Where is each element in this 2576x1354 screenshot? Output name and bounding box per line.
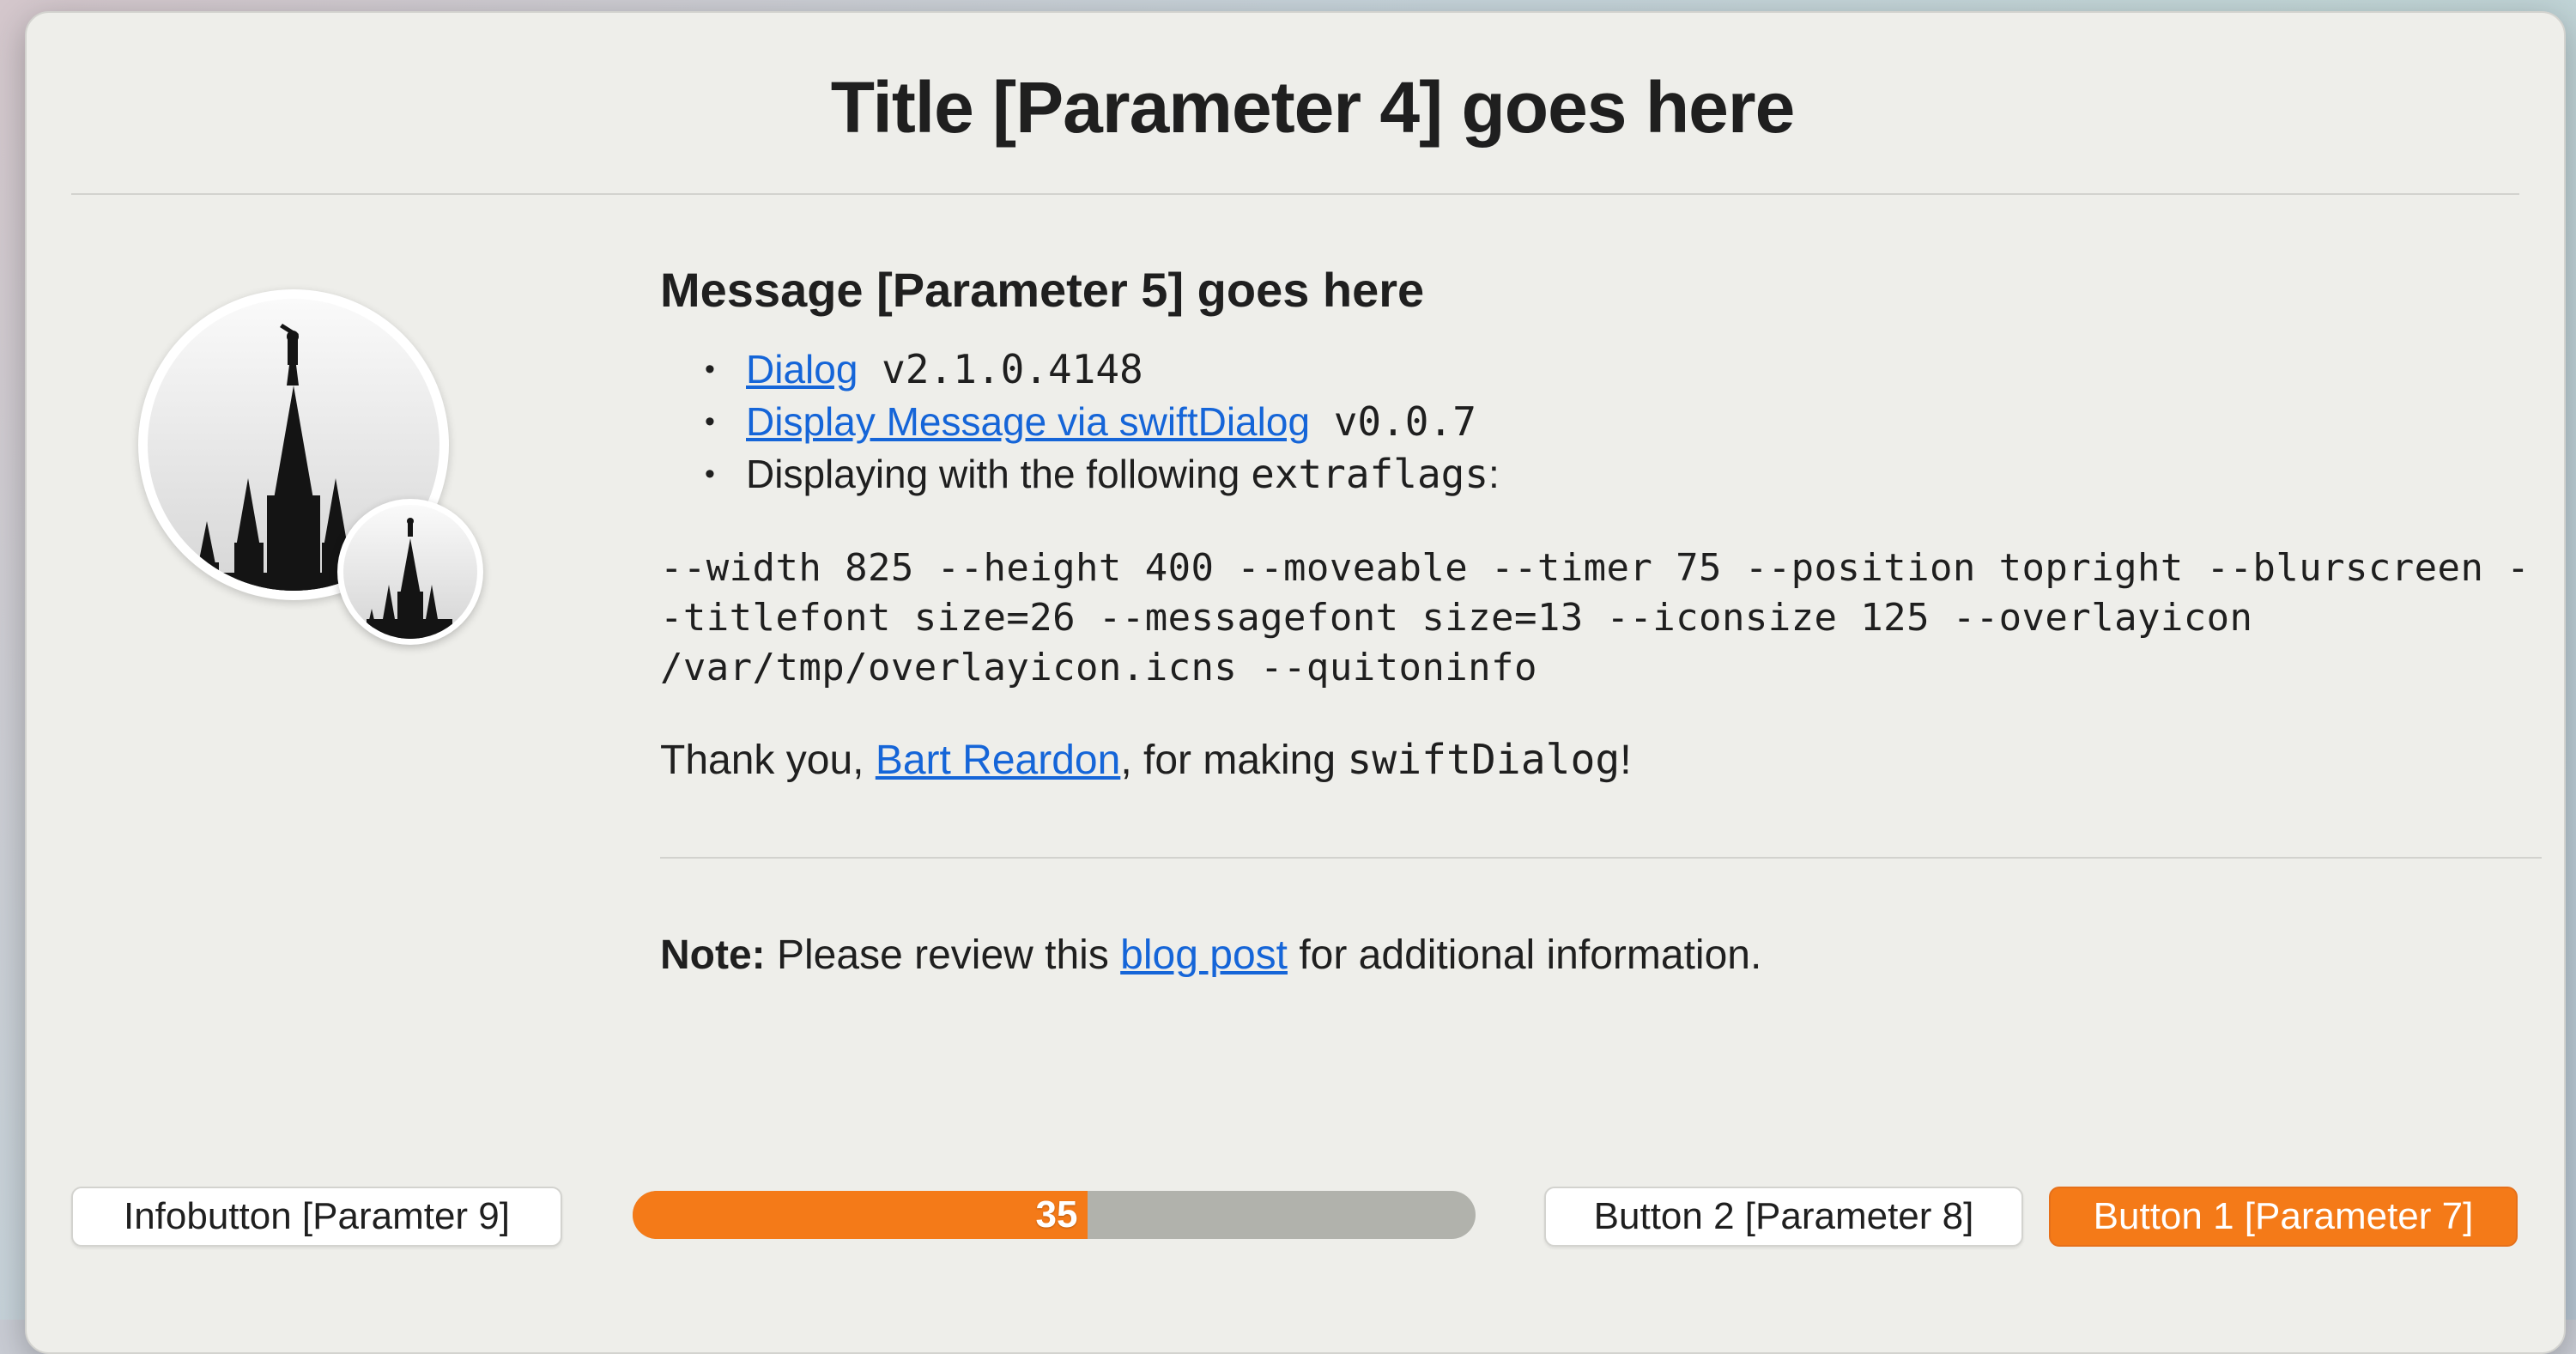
timer-progress-bar: 35 [633,1191,1476,1239]
temple-silhouette-overlay-icon [337,499,483,645]
list-item: Dialog v2.1.0.4148 [705,343,2531,396]
extraflags-suffix: : [1488,452,1500,496]
author-link[interactable]: Bart Reardon [876,738,1121,783]
button-2[interactable]: Button 2 [Parameter 8] [1544,1187,2023,1247]
note-line: Note: Please review this blog post for a… [660,932,1761,979]
note-prefix: Please review this [765,932,1121,978]
display-message-link[interactable]: Display Message via swiftDialog [746,399,1310,444]
button-1[interactable]: Button 1 [Parameter 7] [2049,1187,2518,1247]
message-area: Message [Parameter 5] goes here Dialog v… [660,262,2531,784]
dialog-window: Title [Parameter 4] goes here Message [P… [25,11,2566,1354]
script-version: v0.0.7 [1310,398,1476,445]
thanks-line: Thank you, Bart Reardon, for making swif… [660,736,2531,784]
title-divider [71,193,2519,195]
message-list: Dialog v2.1.0.4148 Display Message via s… [660,343,2531,501]
message-divider [660,857,2542,859]
note-label: Note: [660,932,766,978]
thanks-suffix: ! [1620,738,1632,783]
dialog-version: v2.1.0.4148 [858,346,1143,392]
blog-post-link[interactable]: blog post [1120,932,1288,978]
thanks-prefix: Thank you, [660,738,876,783]
extraflags-code: extraflags [1251,451,1489,497]
extraflags-block: --width 825 --height 400 --moveable --ti… [660,546,2531,689]
message-heading: Message [Parameter 5] goes here [660,263,1425,317]
info-button[interactable]: Infobutton [Paramter 9] [71,1187,562,1247]
thanks-middle: , for making [1120,738,1348,783]
swiftdialog-code: swiftDialog [1347,736,1621,784]
dialog-link[interactable]: Dialog [746,347,858,392]
timer-progress-fill [633,1191,1088,1239]
timer-countdown-label: 35 [1035,1193,1078,1236]
dialog-title: Title [Parameter 4] goes here [830,67,1796,148]
extraflags-prefix: Displaying with the following [746,452,1252,496]
list-item: Displaying with the following extraflags… [705,448,2531,501]
dialog-icon [138,289,524,650]
note-suffix: for additional information. [1287,932,1762,978]
list-item: Display Message via swiftDialog v0.0.7 [705,396,2531,448]
